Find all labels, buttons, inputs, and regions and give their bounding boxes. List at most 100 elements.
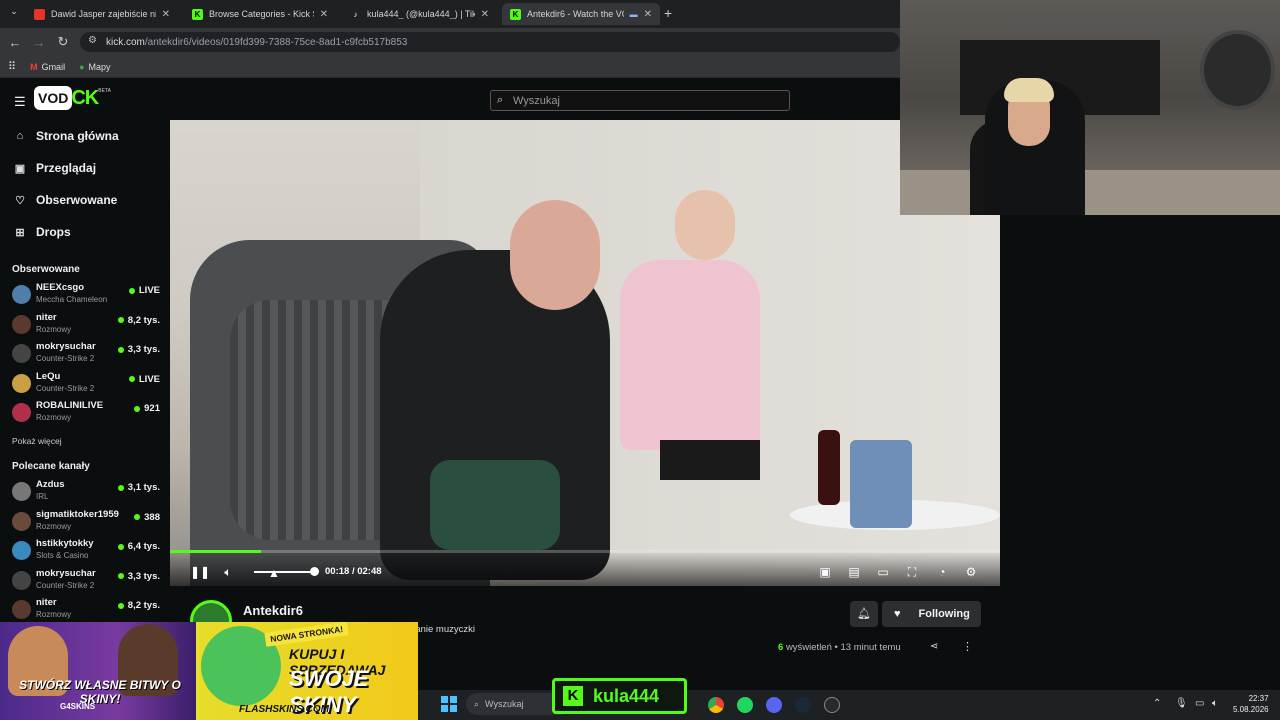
kick-icon: K: [510, 8, 521, 20]
channel-row[interactable]: NEEXcsgo Meccha Chameleon LIVE: [12, 281, 160, 309]
channel-name: mokrysuchar: [36, 567, 96, 579]
channel-row[interactable]: niter Rozmowy 8,2 tys.: [12, 596, 160, 624]
fullscreen-icon[interactable]: ⛶: [904, 564, 920, 580]
channel-name: LeQu: [36, 370, 61, 382]
obs-icon[interactable]: [824, 697, 840, 713]
search-placeholder: Wyszukaj: [513, 94, 560, 107]
viewer-count: 3,3 tys.: [117, 571, 160, 582]
logo-accent-text: CK: [71, 86, 99, 109]
theater-icon[interactable]: ▭: [875, 564, 891, 580]
channel-row[interactable]: sigmatiktoker1959 Rozmowy 388: [12, 508, 160, 536]
volume-icon[interactable]: 🔈︎: [220, 564, 236, 580]
clock-time: 22:37: [1248, 694, 1269, 703]
steam-icon[interactable]: [795, 697, 811, 713]
spotify-icon[interactable]: [737, 697, 753, 713]
tab-3-active[interactable]: K Antekdir6 - Watch the VOD ▬ ✕: [502, 3, 660, 25]
close-icon[interactable]: ✕: [644, 9, 652, 20]
viewer-count: 921: [134, 403, 160, 414]
show-more-link[interactable]: Pokaż więcej: [12, 436, 62, 446]
tray-chevron-icon[interactable]: ⌃: [1153, 698, 1161, 709]
speaker-icon[interactable]: 🔈︎: [1212, 698, 1218, 709]
viewer-count-text: LIVE: [138, 373, 160, 385]
close-icon[interactable]: ✕: [162, 9, 170, 20]
logo-vod-text: VOD: [34, 86, 73, 110]
discord-icon[interactable]: [766, 697, 782, 713]
volume-slider-knob[interactable]: [310, 567, 319, 576]
forward-icon[interactable]: →: [27, 35, 51, 50]
clip-icon[interactable]: ▤: [846, 564, 862, 580]
network-icon[interactable]: ▭: [1195, 698, 1204, 709]
video-player[interactable]: [170, 120, 1000, 586]
channel-row[interactable]: hstikkytokky Slots & Casino 6,4 tys.: [12, 537, 160, 565]
taskbar-clock[interactable]: 22:37 5.08.2026: [1233, 693, 1269, 715]
bookmark-maps[interactable]: ● Mapy: [79, 62, 110, 72]
search-icon: ⌕: [474, 698, 480, 709]
reload-icon[interactable]: ↻: [51, 34, 75, 50]
channel-name[interactable]: Antekdir6: [243, 603, 303, 618]
sidebar-item-following[interactable]: ♡ Obserwowane: [14, 193, 117, 207]
bookmark-gmail[interactable]: M Gmail: [30, 62, 65, 72]
video-frame-person-2: [620, 260, 760, 450]
channel-row[interactable]: Azdus IRL 3,1 tys.: [12, 478, 160, 506]
microphone-icon[interactable]: 🎙︎: [1175, 698, 1188, 709]
ad-badge: NOWA STRONKA!: [264, 622, 349, 647]
channel-row[interactable]: mokrysuchar Counter-Strike 2 3,3 tys.: [12, 567, 160, 595]
stats-separator: •: [834, 642, 838, 653]
more-options-icon[interactable]: ⋮: [962, 640, 973, 653]
seek-bar[interactable]: [170, 550, 1000, 553]
sidebar-item-browse[interactable]: ▣ Przeglądaj: [14, 161, 96, 175]
tab-2[interactable]: ♪ kula444_ (@kula444_) | TikTok ✕: [342, 3, 497, 25]
channel-category: Meccha Chameleon: [36, 295, 108, 304]
tab-strip: ⌄ Dawid Jasper zajebiście niesam ✕ K Bro…: [0, 0, 900, 28]
channel-row[interactable]: LeQu Counter-Strike 2 LIVE: [12, 370, 160, 398]
close-icon[interactable]: ✕: [320, 9, 328, 20]
close-icon[interactable]: ✕: [481, 9, 489, 20]
channel-avatar: [12, 541, 31, 560]
vod-age: 13 minut temu: [840, 642, 901, 653]
channel-name: ROBALINILIVE: [36, 400, 104, 411]
tab-title: Dawid Jasper zajebiście niesam: [51, 9, 156, 19]
speed-icon[interactable]: ◔: [934, 564, 950, 580]
home-icon: ⌂: [16, 130, 24, 142]
share-icon[interactable]: ⋖: [930, 641, 938, 652]
logo-beta-text: BETA: [98, 88, 111, 94]
channel-name: niter: [36, 311, 57, 323]
bookmarks-bar: ⠿ M Gmail ● Mapy: [0, 56, 900, 78]
back-icon[interactable]: ←: [3, 35, 27, 50]
viewer-count-text: 8,2 tys.: [127, 314, 160, 326]
tab-search-icon[interactable]: ⌄: [6, 6, 22, 22]
channel-row[interactable]: mokrysuchar Counter-Strike 2 3,3 tys.: [12, 340, 160, 368]
volume-slider[interactable]: [254, 571, 314, 573]
channel-category: Counter-Strike 2: [36, 354, 95, 363]
notifications-button[interactable]: 🔔︎: [850, 601, 878, 627]
chrome-icon[interactable]: [708, 697, 724, 713]
channel-name: mokrysuchar: [36, 341, 96, 352]
apps-icon[interactable]: ⠿: [8, 60, 16, 73]
webcam-hair: [1004, 78, 1054, 102]
miniplayer-icon[interactable]: ▣: [817, 564, 833, 580]
sidebar-item-label: Drops: [36, 225, 71, 239]
url-path: /antekdir6/videos/019fd399-7388-75ce-8ad…: [144, 36, 408, 48]
pause-icon[interactable]: ❚❚: [190, 564, 210, 580]
site-logo[interactable]: VOD CK BETA: [34, 84, 111, 112]
address-bar[interactable]: ⚙ kick.com/antekdir6/videos/019fd399-738…: [80, 32, 900, 52]
follow-label: Following: [918, 608, 970, 620]
settings-icon[interactable]: ⚙: [963, 564, 979, 580]
search-input[interactable]: ⌕ Wyszukaj: [490, 90, 790, 111]
viewer-count: LIVE: [128, 285, 160, 296]
channel-row[interactable]: niter Rozmowy 8,2 tys.: [12, 311, 160, 339]
video-frame-head: [510, 200, 600, 310]
site-info-icon[interactable]: ⚙: [88, 35, 97, 46]
follow-button[interactable]: ♥ Following: [882, 601, 981, 627]
followed-heading: Obserwowane: [12, 264, 80, 275]
menu-icon[interactable]: ☰: [14, 94, 26, 110]
tab-1[interactable]: K Browse Categories - Kick Stream ✕: [184, 3, 336, 25]
sidebar-item-home[interactable]: ⌂ Strona główna: [14, 129, 119, 143]
windows-start-icon[interactable]: [441, 696, 457, 712]
new-tab-icon[interactable]: +: [664, 5, 672, 21]
tab-0[interactable]: Dawid Jasper zajebiście niesam ✕: [26, 3, 178, 25]
sidebar-item-drops[interactable]: ⊞ Drops: [14, 225, 71, 239]
channel-name: hstikkytokky: [36, 538, 94, 549]
ad-banner-flashskins[interactable]: NOWA STRONKA! KUPUJ I SPRZEDAWAJ SWOJE S…: [196, 622, 418, 720]
channel-row[interactable]: ROBALINILIVE Rozmowy 921: [12, 399, 160, 427]
